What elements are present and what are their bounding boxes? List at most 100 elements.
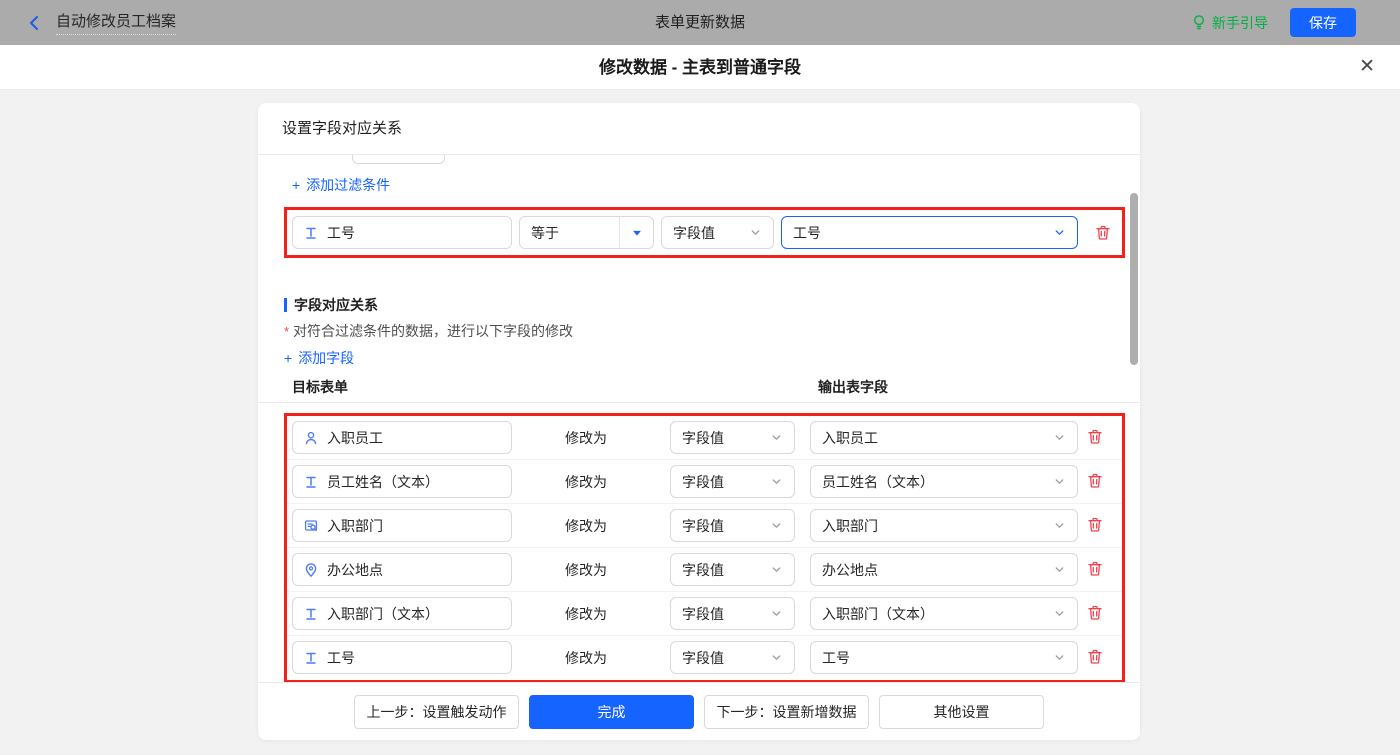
chevron-down-icon: [769, 474, 784, 489]
filter-operator-value: 等于: [520, 223, 619, 243]
filter-field-input[interactable]: 工号: [292, 216, 512, 249]
table-row: 入职部门 修改为 字段值 入职部门: [287, 504, 1122, 548]
app-topbar: 自动修改员工档案 表单更新数据 新手引导 保存: [0, 0, 1400, 45]
column-header-output: 输出表字段: [818, 377, 888, 397]
add-filter-condition-link[interactable]: + 添加过滤条件: [292, 175, 390, 195]
value-type-select[interactable]: 字段值: [670, 553, 795, 586]
mapping-description: * 对符合过滤条件的数据，进行以下字段的修改: [284, 321, 573, 341]
text-field-icon: [303, 650, 319, 666]
value-type-select[interactable]: 字段值: [670, 465, 795, 498]
target-field-input[interactable]: 员工姓名（文本）: [292, 465, 512, 498]
target-field-value: 入职部门: [319, 516, 511, 536]
guide-label: 新手引导: [1212, 13, 1268, 33]
add-field-label: 添加字段: [298, 348, 354, 368]
text-field-icon: [303, 474, 319, 490]
delete-row-button[interactable]: [1086, 428, 1104, 446]
delete-row-button[interactable]: [1086, 604, 1104, 622]
field-mapping-card: 设置字段对应关系 + 添加过滤条件 工号 等于 字段值 工号: [258, 103, 1140, 740]
location-pin-icon: [303, 562, 319, 578]
table-row: 入职部门（文本） 修改为 字段值 入职部门（文本）: [287, 592, 1122, 636]
back-chevron-icon[interactable]: [26, 14, 42, 32]
value-type-value: 字段值: [671, 472, 769, 492]
value-type-select[interactable]: 字段值: [670, 597, 795, 630]
filter-annotation-box: 工号 等于 字段值 工号: [284, 207, 1125, 258]
prev-step-button[interactable]: 上一步：设置触发动作: [354, 695, 519, 729]
trash-icon: [1086, 472, 1104, 490]
modify-label: 修改为: [565, 636, 607, 680]
output-field-select[interactable]: 工号: [810, 641, 1078, 674]
chevron-down-icon: [1052, 518, 1067, 533]
modify-label: 修改为: [565, 592, 607, 636]
rows-annotation-box: 入职员工 修改为 字段值 入职员工 员工姓名（文本）: [284, 413, 1125, 683]
target-field-input[interactable]: 入职部门: [292, 509, 512, 542]
scrollbar-thumb[interactable]: [1130, 193, 1138, 365]
chevron-down-icon: [769, 518, 784, 533]
filter-value-type-select[interactable]: 字段值: [661, 216, 774, 249]
delete-filter-button[interactable]: [1094, 224, 1112, 242]
target-field-input[interactable]: 工号: [292, 641, 512, 674]
modify-label: 修改为: [565, 460, 607, 504]
done-button[interactable]: 完成: [529, 695, 694, 729]
chevron-down-icon: [1052, 650, 1067, 665]
other-settings-button[interactable]: 其他设置: [879, 695, 1044, 729]
trash-icon: [1094, 224, 1112, 242]
delete-row-button[interactable]: [1086, 648, 1104, 666]
plus-icon: +: [292, 177, 300, 193]
footer-divider: [258, 682, 1140, 683]
filter-operator-select[interactable]: 等于: [519, 216, 654, 249]
output-field-value: 入职部门（文本）: [811, 604, 1052, 624]
value-type-select[interactable]: 字段值: [670, 641, 795, 674]
target-field-value: 入职部门（文本）: [319, 604, 511, 624]
target-field-input[interactable]: 入职部门（文本）: [292, 597, 512, 630]
person-icon: [303, 430, 319, 446]
filter-value-type-value: 字段值: [662, 223, 748, 243]
value-type-select[interactable]: 字段值: [670, 421, 795, 454]
value-type-value: 字段值: [671, 648, 769, 668]
delete-row-button[interactable]: [1086, 472, 1104, 490]
table-row: 工号 修改为 字段值 工号: [287, 636, 1122, 680]
value-type-value: 字段值: [671, 428, 769, 448]
workflow-title[interactable]: 自动修改员工档案: [56, 10, 176, 35]
delete-row-button[interactable]: [1086, 516, 1104, 534]
output-field-select[interactable]: 入职部门（文本）: [810, 597, 1078, 630]
beginner-guide-link[interactable]: 新手引导: [1191, 13, 1268, 33]
caret-down-icon[interactable]: [619, 217, 653, 248]
close-icon[interactable]: ✕: [1359, 55, 1375, 79]
output-field-select[interactable]: 办公地点: [810, 553, 1078, 586]
text-field-icon: [303, 225, 319, 241]
chevron-down-icon: [769, 562, 784, 577]
value-type-value: 字段值: [671, 516, 769, 536]
target-field-input[interactable]: 入职员工: [292, 421, 512, 454]
output-field-value: 入职员工: [811, 428, 1052, 448]
output-field-select[interactable]: 入职部门: [810, 509, 1078, 542]
output-field-select[interactable]: 入职员工: [810, 421, 1078, 454]
table-row: 员工姓名（文本） 修改为 字段值 员工姓名（文本）: [287, 460, 1122, 504]
text-field-icon: [303, 606, 319, 622]
header-divider: [258, 402, 1140, 403]
plus-icon: +: [284, 350, 292, 366]
lightbulb-icon: [1191, 14, 1207, 31]
save-button[interactable]: 保存: [1290, 8, 1356, 37]
output-field-select[interactable]: 员工姓名（文本）: [810, 465, 1078, 498]
chevron-down-icon: [748, 225, 763, 240]
description-text: 对符合过滤条件的数据，进行以下字段的修改: [293, 323, 573, 339]
page: 自动修改员工档案 表单更新数据 新手引导 保存 修改数据 - 主表到普通字段 ✕…: [0, 0, 1400, 755]
topbar-center-title: 表单更新数据: [655, 0, 745, 45]
chevron-down-icon: [769, 606, 784, 621]
modify-label: 修改为: [565, 416, 607, 460]
chevron-down-icon: [1052, 606, 1067, 621]
add-field-link[interactable]: + 添加字段: [284, 348, 354, 368]
chevron-down-icon: [1052, 430, 1067, 445]
required-marker: *: [284, 324, 289, 339]
filter-field-value: 工号: [319, 223, 511, 243]
target-field-value: 员工姓名（文本）: [319, 472, 511, 492]
delete-row-button[interactable]: [1086, 560, 1104, 578]
department-icon: [303, 518, 319, 534]
trash-icon: [1086, 560, 1104, 578]
next-step-button[interactable]: 下一步：设置新增数据: [704, 695, 869, 729]
value-type-select[interactable]: 字段值: [670, 509, 795, 542]
trash-icon: [1086, 516, 1104, 534]
filter-value-select[interactable]: 工号: [781, 216, 1078, 249]
table-row: 办公地点 修改为 字段值 办公地点: [287, 548, 1122, 592]
target-field-input[interactable]: 办公地点: [292, 553, 512, 586]
